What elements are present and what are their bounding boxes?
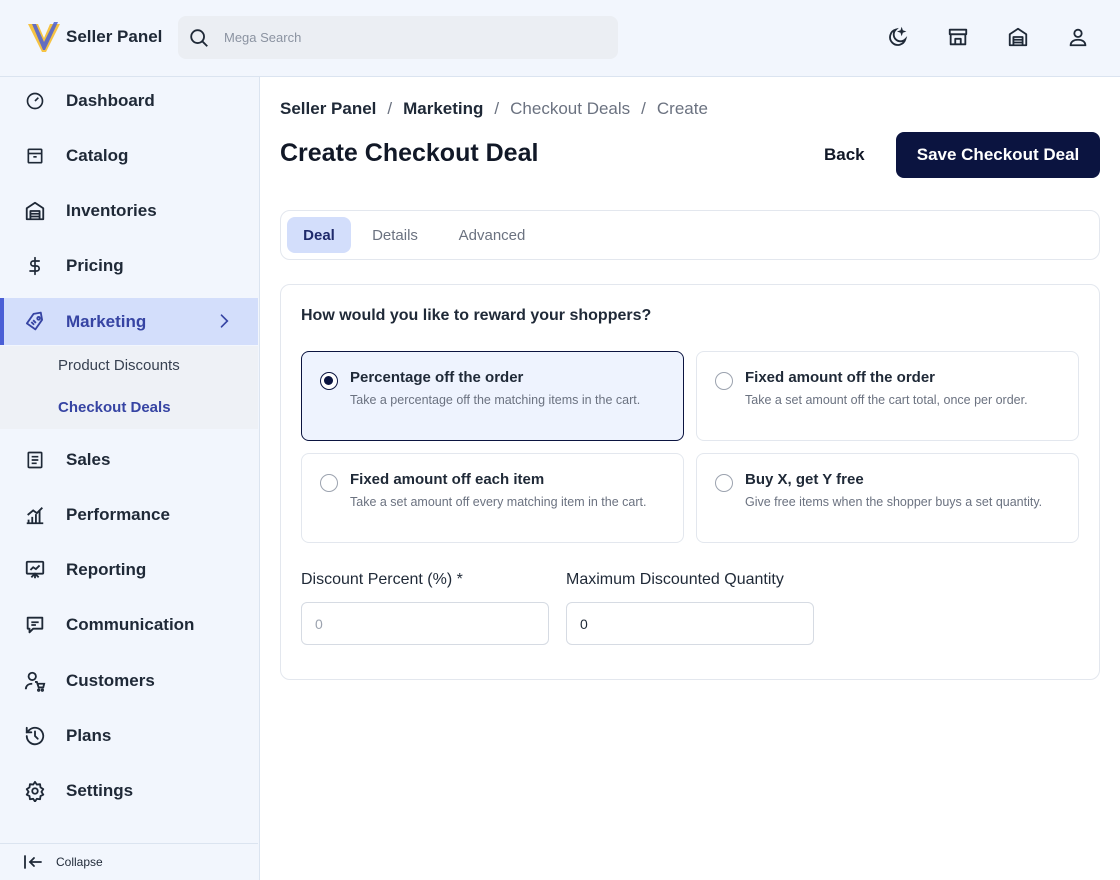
sidebar-item-label: Settings (66, 781, 134, 800)
dark-mode-toggle[interactable] (886, 25, 910, 49)
reward-question: How would you like to reward your shoppe… (301, 307, 652, 324)
radio-button[interactable] (715, 474, 733, 492)
marketing-submenu: Product Discounts Checkout Deals (0, 346, 258, 429)
sidebar-item-label: Sales (66, 450, 111, 469)
sidebar-item-performance[interactable]: Performance (0, 492, 258, 538)
page-title: Create Checkout Deal (280, 139, 539, 167)
option-percentage-off-order[interactable]: Percentage off the order Take a percenta… (301, 351, 684, 441)
tab-deal[interactable]: Deal (287, 217, 351, 253)
sidebar-item-communication[interactable]: Communication (0, 602, 258, 648)
sidebar-item-label: Reporting (66, 560, 147, 579)
collapse-sidebar-button[interactable]: Collapse (0, 843, 258, 880)
logo-icon (28, 22, 60, 52)
option-description: Give free items when the shopper buys a … (745, 495, 1043, 509)
breadcrumb-seller-panel[interactable]: Seller Panel (280, 99, 376, 119)
max-discounted-quantity-label: Maximum Discounted Quantity (566, 571, 784, 588)
radio-button[interactable] (715, 372, 733, 390)
submenu-item-checkout-deals[interactable]: Checkout Deals (58, 399, 171, 416)
sidebar-item-inventories[interactable]: Inventories (0, 188, 258, 234)
search-icon (190, 28, 208, 47)
tag-icon (24, 311, 46, 333)
option-description: Take a percentage off the matching items… (350, 393, 641, 407)
customer-cart-icon (24, 670, 46, 692)
profile-button[interactable] (1066, 25, 1090, 49)
back-button[interactable]: Back (824, 145, 865, 165)
user-icon (1069, 28, 1087, 47)
sidebar-item-label: Communication (66, 615, 195, 634)
message-icon (24, 614, 46, 636)
sidebar-item-label: Performance (66, 505, 170, 524)
sidebar-item-plans[interactable]: Plans (0, 713, 258, 759)
sidebar-item-marketing[interactable]: Marketing (0, 298, 258, 345)
breadcrumb-separator: / (387, 99, 393, 118)
presentation-icon (24, 559, 46, 581)
discount-percent-label: Discount Percent (%) * (301, 571, 463, 588)
option-description: Take a set amount off every matching ite… (350, 495, 647, 509)
radio-button[interactable] (320, 372, 338, 390)
brand-name: Seller Panel (66, 27, 163, 46)
sidebar-item-label: Catalog (66, 146, 129, 165)
dollar-icon (24, 255, 46, 277)
gear-icon (24, 780, 46, 802)
submenu-item-product-discounts[interactable]: Product Discounts (58, 357, 180, 374)
receipt-icon (24, 449, 46, 471)
option-title: Buy X, get Y free (745, 471, 864, 488)
sidebar-item-sales[interactable]: Sales (0, 437, 258, 483)
breadcrumb-separator: / (494, 99, 500, 118)
breadcrumb: Seller Panel / Marketing / Checkout Deal… (280, 99, 708, 119)
breadcrumb-separator: / (641, 99, 646, 118)
option-title: Fixed amount off each item (350, 471, 545, 488)
option-buy-x-get-y-free[interactable]: Buy X, get Y free Give free items when t… (696, 453, 1079, 543)
sidebar-item-label: Plans (66, 726, 112, 745)
moon-icon (889, 26, 908, 46)
bar-chart-icon (24, 504, 46, 526)
option-description: Take a set amount off the cart total, on… (745, 393, 1028, 407)
history-icon (24, 725, 46, 747)
breadcrumb-marketing[interactable]: Marketing (403, 99, 483, 119)
warehouse-icon (1008, 27, 1028, 47)
warehouse-icon (24, 200, 46, 222)
breadcrumb-checkout-deals[interactable]: Checkout Deals (510, 99, 630, 119)
max-discounted-quantity-input[interactable] (566, 602, 814, 645)
sidebar: Dashboard Catalog Inventories Pricing Ma… (0, 77, 260, 880)
sidebar-item-settings[interactable]: Settings (0, 768, 258, 814)
sidebar-item-label: Customers (66, 671, 155, 690)
sidebar-item-label: Marketing (66, 311, 147, 331)
save-checkout-deal-button[interactable]: Save Checkout Deal (896, 132, 1100, 178)
option-title: Percentage off the order (350, 369, 524, 386)
storefront-icon (948, 28, 968, 46)
sidebar-item-label: Pricing (66, 256, 124, 275)
option-fixed-amount-off-order[interactable]: Fixed amount off the order Take a set am… (696, 351, 1079, 441)
dashboard-gauge-icon (24, 90, 46, 112)
breadcrumb-create: Create (656, 99, 708, 118)
brand-logo[interactable]: Seller Panel (28, 22, 162, 52)
mega-search-bar[interactable] (178, 16, 618, 59)
search-input[interactable] (224, 30, 584, 45)
warehouse-button[interactable] (1006, 25, 1030, 49)
sidebar-item-label: Dashboard (66, 91, 155, 110)
tab-advanced[interactable]: Advanced (445, 217, 539, 253)
option-title: Fixed amount off the order (745, 369, 936, 386)
deal-form-card: How would you like to reward your shoppe… (280, 284, 1100, 680)
discount-percent-input[interactable] (301, 602, 549, 645)
option-fixed-amount-off-each-item[interactable]: Fixed amount off each item Take a set am… (301, 453, 684, 543)
sidebar-item-customers[interactable]: Customers (0, 658, 258, 704)
sidebar-item-label: Inventories (66, 201, 157, 220)
radio-button[interactable] (320, 474, 338, 492)
collapse-label: Collapse (56, 855, 103, 869)
sidebar-item-reporting[interactable]: Reporting (0, 547, 258, 593)
collapse-arrow-icon (24, 855, 42, 869)
chevron-right-icon (214, 311, 234, 336)
top-header: Seller Panel (0, 0, 1120, 77)
form-tabs: Deal Details Advanced (280, 210, 1100, 260)
sidebar-item-pricing[interactable]: Pricing (0, 243, 258, 289)
sidebar-item-catalog[interactable]: Catalog (0, 133, 258, 179)
sidebar-item-dashboard[interactable]: Dashboard (0, 78, 258, 124)
storefront-button[interactable] (946, 25, 970, 49)
catalog-box-icon (24, 145, 46, 167)
tab-details[interactable]: Details (361, 217, 429, 253)
